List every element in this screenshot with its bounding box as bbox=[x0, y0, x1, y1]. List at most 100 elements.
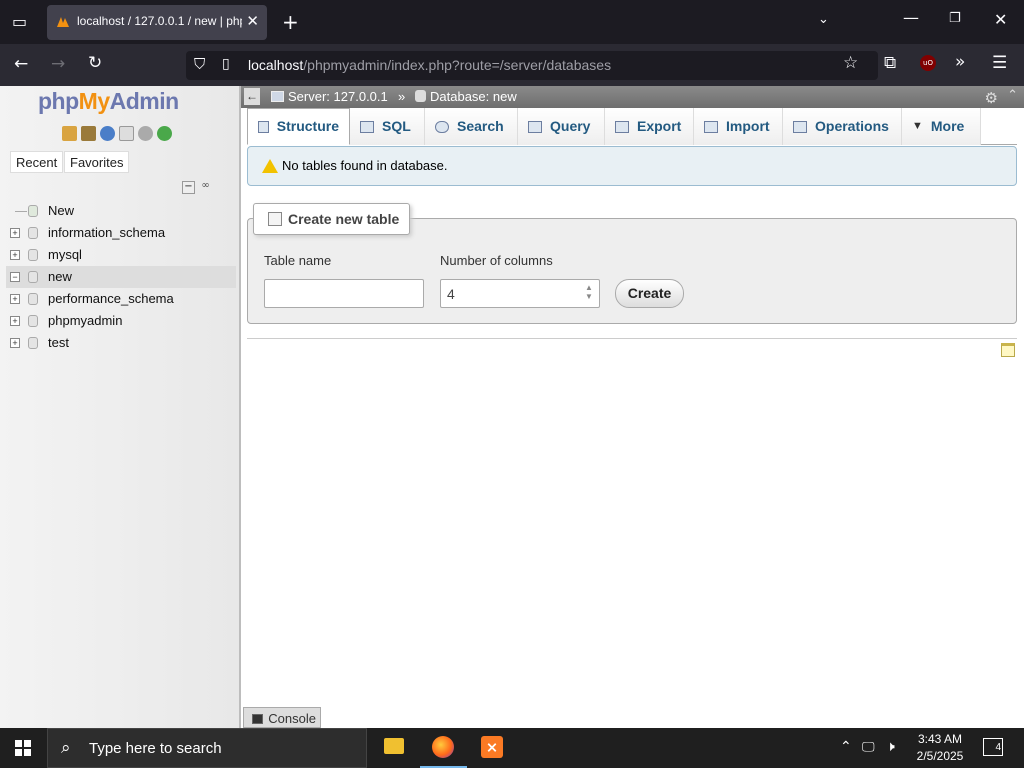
pma-navigation-panel: phpMyAdmin Recent Favorites − ∞ New + in… bbox=[0, 86, 241, 728]
new-tab-icon[interactable]: + bbox=[282, 10, 299, 34]
create-button[interactable]: Create bbox=[615, 279, 684, 308]
network-icon[interactable]: 🖵 bbox=[862, 739, 875, 755]
tree-item-phpmyadmin[interactable]: + phpmyadmin bbox=[6, 310, 236, 332]
database-icon bbox=[28, 315, 38, 327]
database-tree: New + information_schema + mysql − new +… bbox=[6, 200, 236, 354]
forward-icon[interactable]: → bbox=[51, 54, 65, 74]
database-icon bbox=[28, 227, 38, 239]
tab-import[interactable]: Import bbox=[694, 108, 783, 145]
tab-list-icon[interactable]: ▭ bbox=[12, 12, 27, 31]
maximize-icon[interactable]: ❐ bbox=[949, 11, 961, 26]
tab-search[interactable]: Search bbox=[425, 108, 518, 145]
favorites-tab[interactable]: Favorites bbox=[64, 151, 130, 173]
docs-icon[interactable] bbox=[119, 126, 134, 141]
database-icon bbox=[28, 293, 38, 305]
console-icon bbox=[252, 713, 264, 724]
tab-operations[interactable]: Operations bbox=[783, 108, 902, 145]
server-breadcrumb[interactable]: Server: 127.0.0.1 bbox=[271, 89, 388, 104]
hamburger-menu-icon[interactable]: ☰ bbox=[992, 53, 1007, 73]
close-tab-icon[interactable]: ✕ bbox=[246, 12, 259, 30]
logout-icon[interactable] bbox=[81, 126, 96, 141]
tree-controls: − ∞ bbox=[182, 181, 212, 194]
phpmyadmin-favicon-icon bbox=[56, 15, 70, 29]
tree-item-information-schema[interactable]: + information_schema bbox=[6, 222, 236, 244]
tab-title: localhost / 127.0.0.1 / new | php bbox=[77, 14, 242, 28]
ublock-origin-icon[interactable]: uO bbox=[920, 55, 936, 71]
toggle-navigation-icon[interactable]: ← bbox=[244, 88, 260, 105]
expand-icon[interactable]: + bbox=[10, 316, 20, 326]
minimize-icon[interactable]: — bbox=[903, 8, 919, 27]
show-hidden-icons-chevron-icon[interactable]: ⌃ bbox=[840, 738, 852, 755]
back-icon[interactable]: ← bbox=[14, 54, 28, 74]
database-icon bbox=[415, 90, 426, 102]
reload-icon[interactable]: ↻ bbox=[88, 53, 102, 73]
xampp-icon[interactable]: ⨯ bbox=[469, 728, 516, 768]
taskbar-search[interactable]: ⌕ Type here to search bbox=[47, 728, 367, 768]
taskbar-clock[interactable]: 3:43 AM 2/5/2025 bbox=[900, 731, 980, 765]
tab-export[interactable]: Export bbox=[605, 108, 694, 145]
url-bar[interactable]: ⛉ ▯ localhost/phpmyadmin/index.php?route… bbox=[186, 51, 878, 80]
firefox-icon[interactable] bbox=[420, 728, 467, 768]
home-icon[interactable] bbox=[62, 126, 77, 141]
phpmyadmin-logo[interactable]: phpMyAdmin bbox=[38, 88, 179, 115]
recent-tab[interactable]: Recent bbox=[10, 151, 64, 173]
volume-muted-icon[interactable]: 🕨 bbox=[886, 738, 895, 755]
collapse-icon[interactable]: − bbox=[10, 272, 20, 282]
browser-navbar: ← → ↻ ⛉ ▯ localhost/phpmyadmin/index.php… bbox=[0, 44, 1024, 86]
browser-tab[interactable]: localhost / 127.0.0.1 / new | php ✕ bbox=[47, 5, 267, 40]
columns-label: Number of columns bbox=[440, 253, 553, 268]
tab-query[interactable]: Query bbox=[518, 108, 605, 145]
database-icon bbox=[28, 249, 38, 261]
structure-icon bbox=[258, 120, 269, 133]
tab-more[interactable]: ▼ More bbox=[902, 108, 981, 145]
notepad-icon[interactable] bbox=[1001, 343, 1015, 357]
bookmark-star-icon[interactable]: ☆ bbox=[843, 53, 858, 73]
shield-icon[interactable]: ⛉ bbox=[194, 55, 205, 73]
close-window-icon[interactable]: ✕ bbox=[994, 10, 1007, 29]
search-icon bbox=[435, 120, 449, 133]
export-icon bbox=[615, 120, 629, 133]
collapse-header-icon[interactable]: ⌃ bbox=[1007, 88, 1018, 103]
console-button[interactable]: Console bbox=[243, 707, 321, 728]
create-table-legend: Create new table bbox=[253, 203, 411, 235]
windows-taskbar: ⌕ Type here to search ⨯ ⌃ 🖵 🕨 3:43 AM 2/… bbox=[0, 728, 1024, 768]
database-breadcrumb[interactable]: Database: new bbox=[415, 89, 517, 104]
tab-overflow-chevron-icon[interactable]: ⌄ bbox=[818, 12, 829, 27]
link-with-main-icon[interactable]: ∞ bbox=[199, 181, 212, 194]
tree-item-new[interactable]: − new bbox=[6, 266, 236, 288]
tree-item-mysql[interactable]: + mysql bbox=[6, 244, 236, 266]
expand-icon[interactable]: + bbox=[10, 250, 20, 260]
settings-gear-icon[interactable]: ⚙ bbox=[985, 89, 998, 107]
breadcrumb: ← Server: 127.0.0.1 » Database: new bbox=[241, 86, 1024, 108]
extensions-icon[interactable]: ⧉ bbox=[884, 53, 896, 73]
expand-icon[interactable]: + bbox=[10, 338, 20, 348]
tab-structure[interactable]: Structure bbox=[247, 108, 350, 145]
expand-icon[interactable]: + bbox=[10, 294, 20, 304]
table-name-input[interactable] bbox=[264, 279, 424, 308]
page-icon[interactable]: ▯ bbox=[222, 56, 230, 72]
number-of-columns-input[interactable]: 4 ▲ ▼ bbox=[440, 279, 600, 308]
database-icon bbox=[28, 337, 38, 349]
new-database-icon bbox=[28, 205, 38, 217]
settings-gear-icon[interactable] bbox=[138, 126, 153, 141]
chevron-down-icon: ▼ bbox=[912, 120, 923, 132]
spinner-icon[interactable]: ▲ ▼ bbox=[583, 283, 595, 303]
reload-navigation-icon[interactable] bbox=[157, 126, 172, 141]
tree-item-new-database[interactable]: New bbox=[6, 200, 236, 222]
help-icon[interactable] bbox=[100, 126, 115, 141]
notifications-icon[interactable]: 4 bbox=[983, 738, 1003, 756]
url-text: localhost/phpmyadmin/index.php?route=/se… bbox=[248, 57, 612, 73]
tab-sql[interactable]: SQL bbox=[350, 108, 425, 145]
table-add-icon bbox=[268, 212, 282, 226]
sql-icon bbox=[360, 120, 374, 133]
expand-icon[interactable]: + bbox=[10, 228, 20, 238]
browser-tab-strip: ▭ localhost / 127.0.0.1 / new | php ✕ + … bbox=[0, 0, 1024, 44]
tree-item-performance-schema[interactable]: + performance_schema bbox=[6, 288, 236, 310]
windows-start-icon[interactable] bbox=[15, 740, 31, 756]
collapse-all-icon[interactable]: − bbox=[182, 181, 195, 194]
database-icon bbox=[28, 271, 38, 283]
search-icon: ⌕ bbox=[61, 738, 71, 757]
overflow-menu-icon[interactable]: » bbox=[955, 52, 965, 72]
file-explorer-icon[interactable] bbox=[371, 728, 418, 768]
tree-item-test[interactable]: + test bbox=[6, 332, 236, 354]
